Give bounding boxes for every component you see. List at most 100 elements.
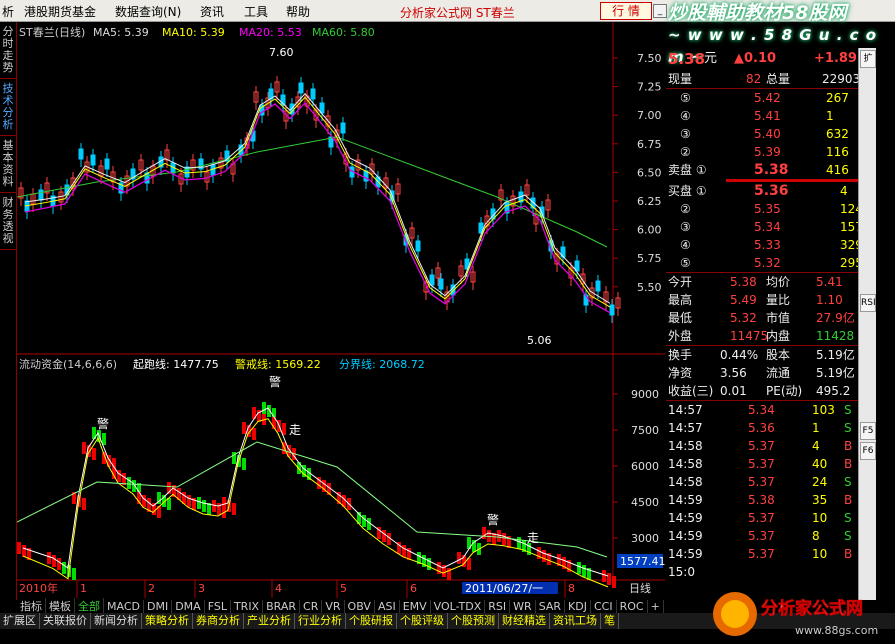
tick-row: 14:58 5.37 24 S — [666, 473, 858, 491]
low-label: 5.06 — [527, 334, 552, 347]
indicator-tab[interactable]: + — [648, 600, 664, 613]
go-label: 走 — [527, 531, 539, 545]
fund-value: 5.19亿 — [816, 366, 855, 380]
month-label: 3 — [198, 582, 205, 595]
order-row: ④ 5.41 1 — [666, 107, 858, 125]
nav-tab[interactable]: 产业分析 — [244, 613, 295, 629]
now-vol-label: 现量 — [668, 72, 693, 86]
nav-tab[interactable]: 个股评级 — [397, 613, 448, 629]
tick-volume: 103 — [812, 403, 835, 417]
indicator-tab[interactable]: BRAR — [263, 600, 301, 613]
f5-button[interactable]: F5 — [860, 422, 876, 440]
order-row: 买盘 ① 5.36 4 — [666, 182, 858, 200]
nav-tab[interactable]: 个股预测 — [448, 613, 499, 629]
tick-row: 14:59 5.37 10 S — [666, 509, 858, 527]
total-vol: 22903 — [822, 72, 861, 86]
menu-item[interactable]: 资讯 — [200, 3, 224, 20]
indicator-tab[interactable]: CCI — [591, 600, 617, 613]
order-price: 5.40 — [754, 127, 781, 141]
tick-row: 14:59 5.37 10 B — [666, 545, 858, 563]
fund-label: 股本 — [766, 348, 791, 362]
indicator-tab[interactable]: DMA — [172, 600, 205, 613]
nav-tab[interactable]: 行业分析 — [295, 613, 346, 629]
order-volume: 632 — [826, 127, 849, 141]
minimize-icon[interactable]: _ — [653, 4, 667, 18]
tick-price: 5.36 — [748, 421, 775, 435]
nav-tab[interactable]: 财经精选 — [499, 613, 550, 629]
indicator-tab[interactable]: 指标 — [17, 598, 46, 614]
nav-tab[interactable]: 新闻分析 — [91, 613, 142, 629]
tab-finance[interactable]: 财务透视 — [0, 193, 16, 250]
indicator-tab[interactable]: 全部 — [75, 598, 104, 614]
price-tick: 5.50 — [637, 281, 662, 294]
fund-row: 净资 3.56 流通 5.19亿 — [666, 364, 858, 382]
tab-fundamentals[interactable]: 基本资料 — [0, 136, 16, 193]
rsi-button[interactable]: RSI — [860, 294, 876, 312]
stat-value: 5.41 — [816, 275, 843, 289]
order-price: 5.41 — [754, 109, 781, 123]
tick-side: B — [844, 439, 853, 453]
tick-row: 14:57 5.34 103 S — [666, 401, 858, 419]
indicator-tab[interactable]: RSI — [485, 600, 511, 613]
footer-logo-url: www.88gs.com — [795, 624, 878, 637]
tick-volume: 40 — [812, 457, 828, 471]
indicator-tab[interactable]: VR — [322, 600, 345, 613]
nav-tab[interactable]: 资讯工场 — [550, 613, 601, 629]
indicator-tab[interactable]: OBV — [345, 600, 375, 613]
indicator-tab[interactable]: ASI — [375, 600, 400, 613]
tick-side: S — [844, 529, 852, 543]
menu-item[interactable]: 帮助 — [286, 3, 310, 20]
price-tick: 6.00 — [637, 224, 662, 237]
f6-button[interactable]: F6 — [860, 442, 876, 460]
menu-item[interactable]: 数据查询(N) — [115, 3, 181, 20]
nav-tab[interactable]: 扩展区 — [0, 613, 40, 629]
level-label: ③ — [680, 220, 691, 234]
ma5-label: MA5: 5.39 — [93, 26, 149, 39]
tick-time: 14:59 — [668, 511, 703, 525]
nav-tab[interactable]: 券商分析 — [193, 613, 244, 629]
stat-row: 最高 5.49 量比 1.10 — [666, 291, 858, 309]
tick-price: 5.37 — [748, 547, 775, 561]
indicator-tab[interactable]: CR — [300, 600, 323, 613]
nav-tab[interactable]: 个股研报 — [346, 613, 397, 629]
tick-volume: 24 — [812, 475, 828, 489]
nav-tab[interactable]: 关联报价 — [40, 613, 91, 629]
footer-logo-text: 分析家公式网 — [761, 598, 863, 619]
indicator-tab[interactable]: VOL-TDX — [431, 600, 486, 613]
current-value: 1577.41 — [620, 555, 665, 568]
stat-row: 最低 5.32 市值 27.9亿 — [666, 309, 858, 327]
price-change: ▲0.10 — [734, 51, 777, 66]
indicator-tab[interactable]: KDJ — [565, 600, 591, 613]
quote-button[interactable]: 行 情 — [600, 2, 652, 20]
indicator-tab[interactable]: FSL — [205, 600, 231, 613]
kline-chart[interactable]: ST春兰(日线) MA5: 5.39 MA10: 5.39 MA20: 5.53… — [17, 22, 665, 600]
tab-intraday[interactable]: 分时走势 — [0, 22, 16, 79]
fund-label: 净资 — [668, 366, 693, 380]
ma20-label: MA20: 5.53 — [239, 26, 302, 39]
indicator-tab[interactable]: EMV — [400, 600, 431, 613]
menu-item[interactable]: 港股期货基金 — [24, 3, 96, 20]
left-tabs: 分时走势 技术分析 基本资料 财务透视 — [0, 22, 17, 600]
menu-item[interactable]: 析 — [2, 3, 14, 20]
indicator-tab[interactable]: MACD — [104, 600, 144, 613]
menu-item[interactable]: 工具 — [244, 3, 268, 20]
indicator-tab[interactable]: DMI — [144, 600, 173, 613]
nav-tab[interactable]: 笔 — [601, 613, 619, 629]
indicator-tab[interactable]: TRIX — [231, 600, 264, 613]
order-row: 卖盘 ① 5.38 416 — [666, 161, 858, 179]
expand-button[interactable]: 扩 — [860, 50, 876, 68]
nav-tab[interactable]: 策略分析 — [142, 613, 193, 629]
indicator-tab[interactable]: WR — [510, 600, 536, 613]
indicator-tab[interactable]: ROC — [617, 600, 648, 613]
indicator-tab[interactable]: 模板 — [46, 598, 75, 614]
tick-row: 14:58 5.37 40 B — [666, 455, 858, 473]
tick-time: 14:57 — [668, 403, 703, 417]
tick-time: 14:59 — [668, 529, 703, 543]
fund-label: 流通 — [766, 366, 791, 380]
go-label: 走 — [289, 423, 301, 437]
sub-line1: 起跑线: 1477.75 — [133, 357, 219, 371]
price-tick: 5.75 — [637, 252, 662, 265]
sub-line2: 警戒线: 1569.22 — [235, 357, 321, 371]
tab-technical[interactable]: 技术分析 — [0, 79, 16, 136]
indicator-tab[interactable]: SAR — [536, 600, 566, 613]
